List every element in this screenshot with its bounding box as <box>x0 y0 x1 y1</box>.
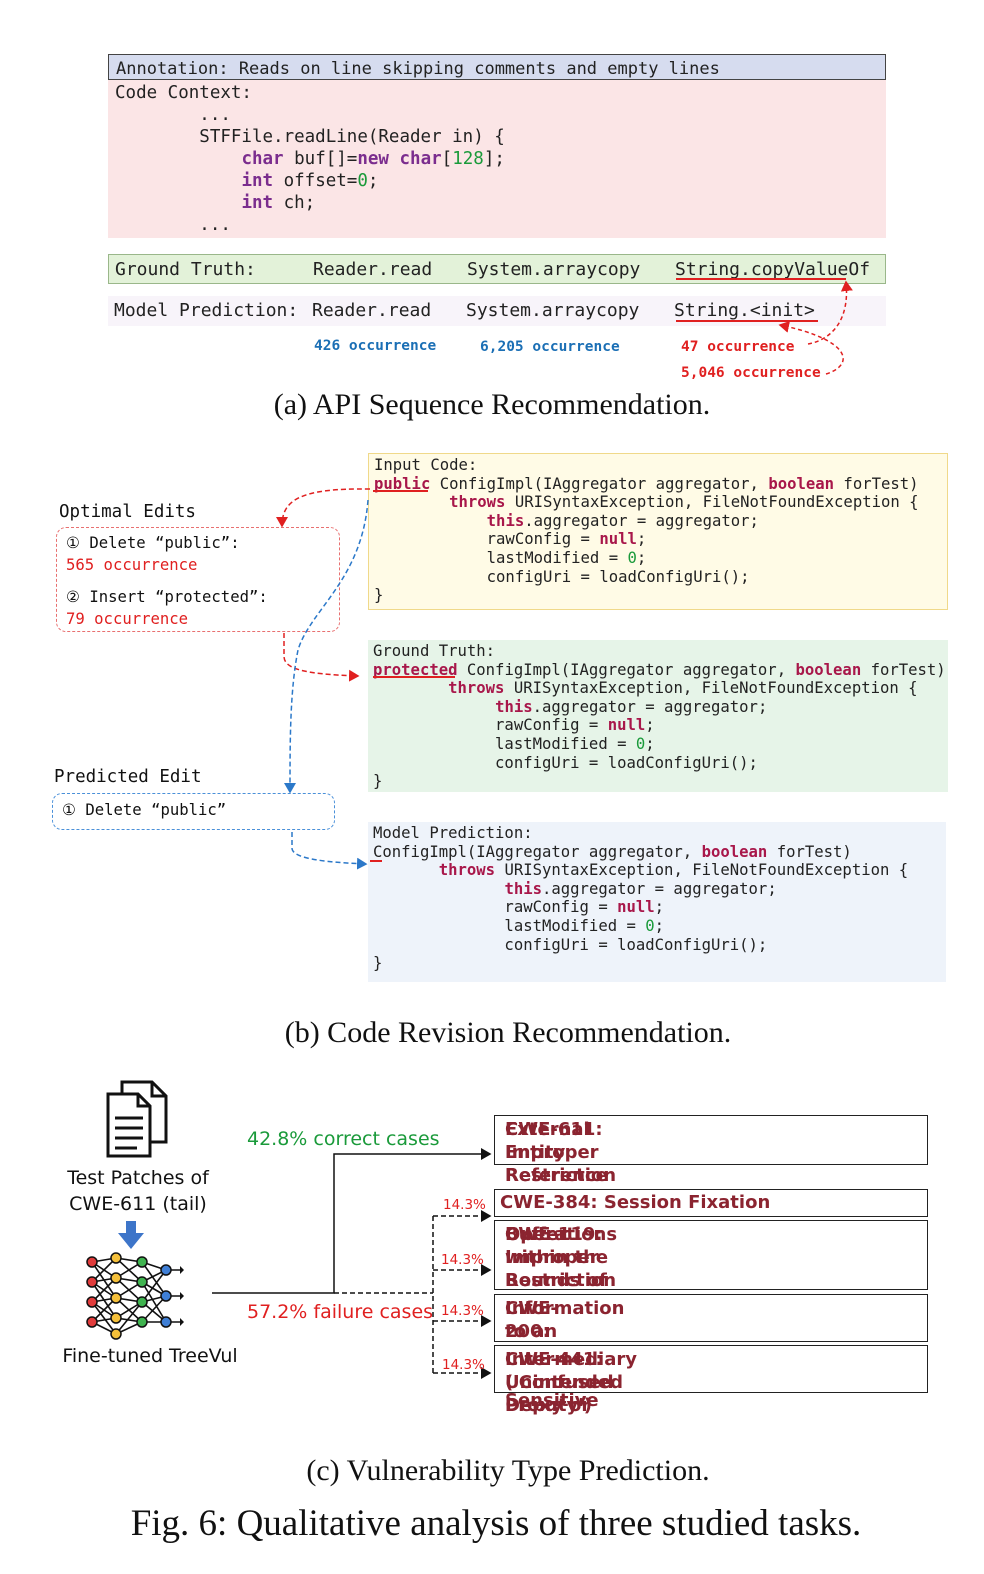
pct-cwe-200: 14.3% <box>441 1303 484 1319</box>
caption-c: (c) Vulnerability Type Prediction. <box>306 1454 710 1487</box>
arrow-input-to-optimal <box>276 488 371 528</box>
panel-a-arrows <box>676 278 853 375</box>
panel-b-arrows <box>276 488 455 870</box>
cwe-box-611: CWE-611: Improper Restriction of XMLExte… <box>494 1115 928 1209</box>
arrow-input-to-predicted <box>284 499 369 794</box>
caption-b: (b) Code Revision Recommendation. <box>284 1016 732 1049</box>
correct-arrow <box>212 1148 492 1294</box>
pct-cwe-441: 14.3% <box>442 1357 485 1373</box>
pct-cwe-384: 14.3% <box>443 1197 486 1213</box>
cwe-384-text: CWE-384: Session Fixation <box>500 1192 771 1213</box>
arrow-to-init <box>778 320 844 375</box>
figure-caption: Fig. 6: Qualitative analysis of three st… <box>130 1503 862 1544</box>
caption-a: (a) API Sequence Recommendation. <box>273 388 711 421</box>
cwe-box-119: CWE-119: Improper Restriction ofOperatio… <box>494 1220 928 1314</box>
cwe-box-384: CWE-384: Session Fixation <box>494 1189 928 1217</box>
arrow-predicted-to-model <box>291 832 368 870</box>
cwe-box-200: CWE-200: Exposure of SensitiveInformatio… <box>494 1294 928 1411</box>
pct-cwe-119: 14.3% <box>441 1252 484 1268</box>
cwe-box-441: CWE-441: Unintended Proxy or Intermediary… <box>494 1345 928 1416</box>
